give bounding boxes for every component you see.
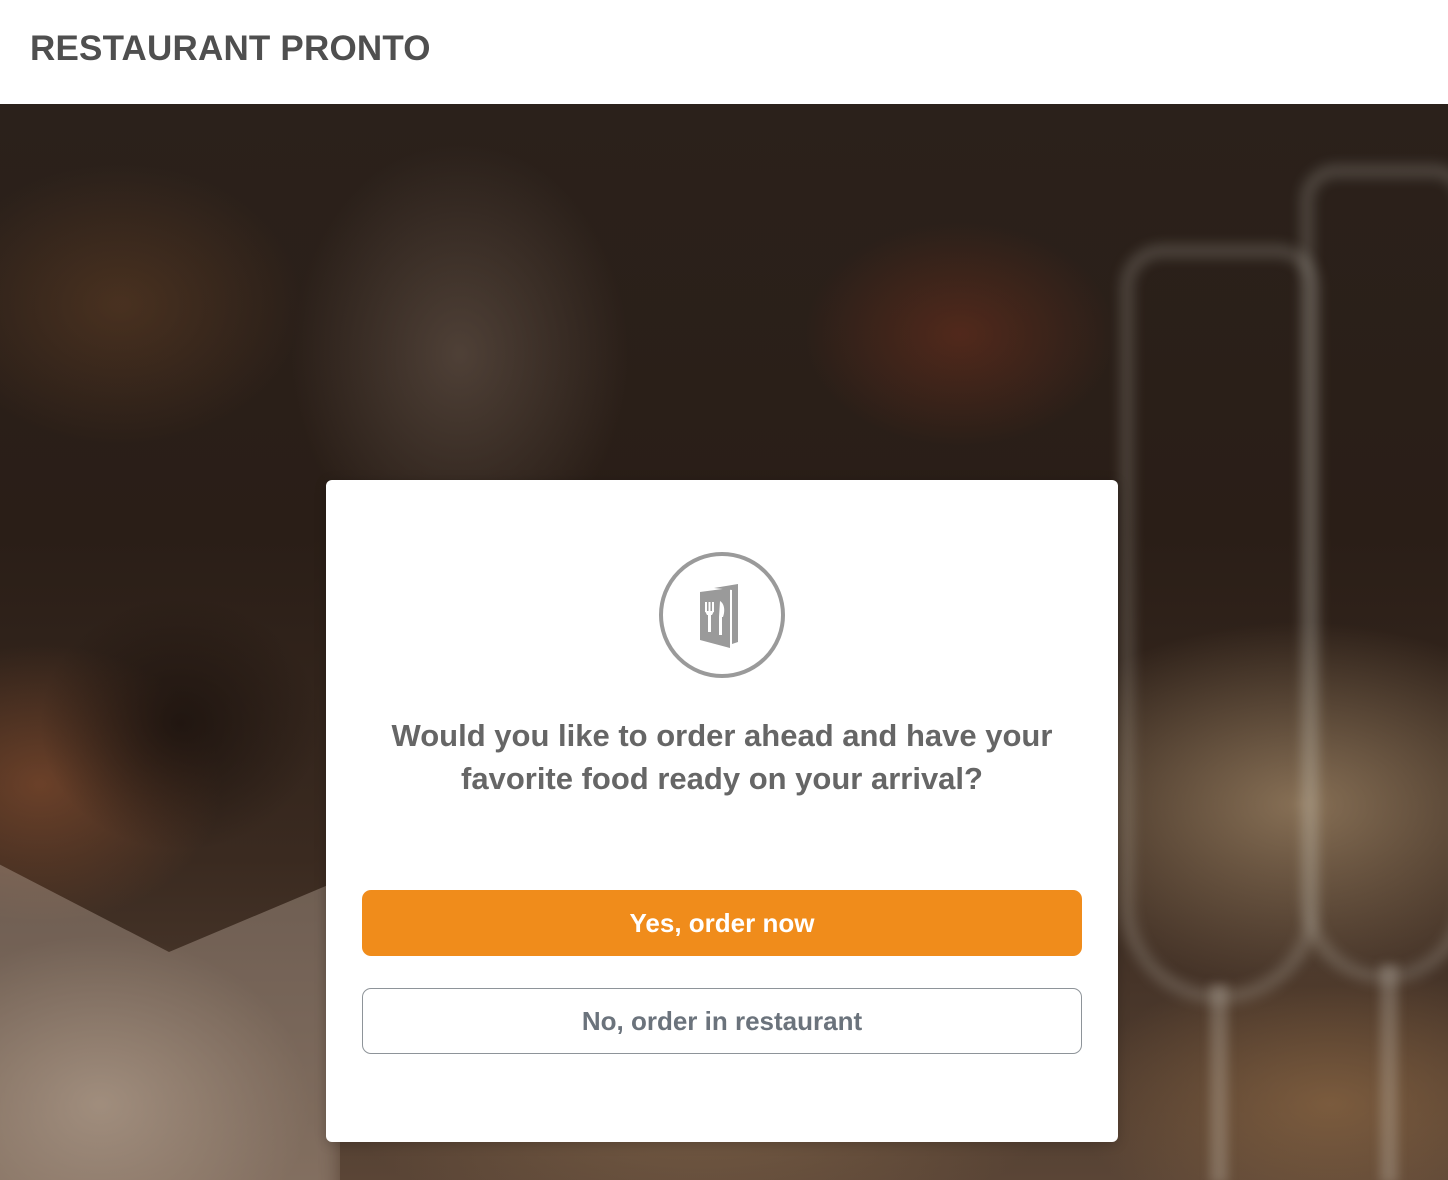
napkin-shape [0, 844, 340, 1180]
wine-glass-shape [1120, 244, 1320, 1004]
order-ahead-dialog: Would you like to order ahead and have y… [326, 480, 1118, 1142]
wine-glass-stem [1380, 964, 1398, 1180]
menu-fork-knife-icon [700, 584, 738, 648]
menu-icon-circle [659, 552, 785, 678]
order-in-restaurant-button[interactable]: No, order in restaurant [362, 988, 1082, 1054]
wine-glass-stem [1210, 984, 1228, 1180]
wine-glass-shape [1300, 164, 1448, 984]
top-header: RESTAURANT PRONTO [0, 0, 1448, 104]
order-ahead-question: Would you like to order ahead and have y… [391, 718, 1053, 796]
order-now-button[interactable]: Yes, order now [362, 890, 1082, 956]
brand-title: RESTAURANT PRONTO [30, 29, 431, 68]
